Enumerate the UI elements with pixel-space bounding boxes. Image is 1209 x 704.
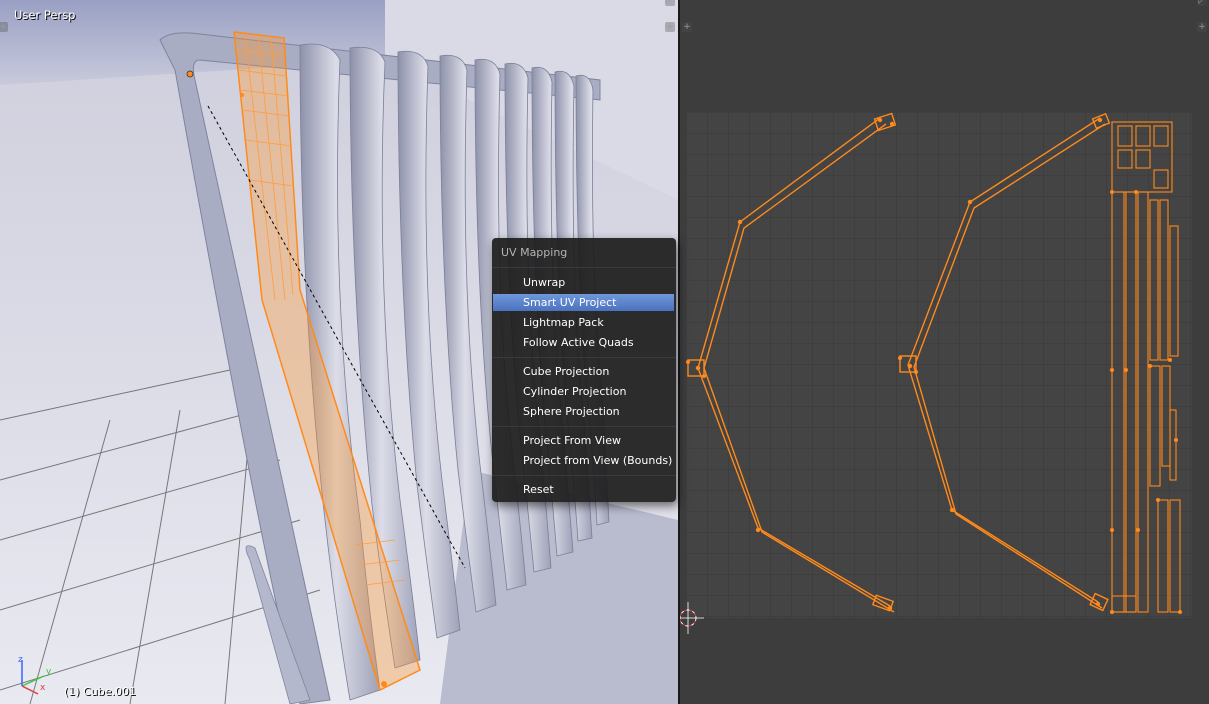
- menu-item-project-from-view-bounds[interactable]: Project from View (Bounds): [493, 452, 674, 469]
- menu-separator: [492, 267, 676, 268]
- viewport-title: User Persp: [14, 8, 76, 22]
- uv-image-editor[interactable]: + + ◸: [680, 0, 1209, 704]
- axis-x-label: x: [40, 683, 46, 693]
- menu-separator: [492, 426, 676, 427]
- axis-y-label: y: [46, 667, 52, 677]
- menu-item-reset[interactable]: Reset: [493, 481, 674, 498]
- 3d-cursor-point: [186, 70, 194, 78]
- menu-separator: [492, 475, 676, 476]
- plus-icon[interactable]: +: [0, 22, 8, 32]
- menu-item-cylinder-projection[interactable]: Cylinder Projection: [493, 383, 674, 400]
- plus-icon[interactable]: +: [1197, 22, 1207, 32]
- menu-item-unwrap[interactable]: Unwrap: [493, 274, 674, 291]
- axis-z-label: z: [18, 656, 23, 665]
- menu-item-lightmap-pack[interactable]: Lightmap Pack: [493, 314, 674, 331]
- menu-item-sphere-projection[interactable]: Sphere Projection: [493, 403, 674, 420]
- menu-title: UV Mapping: [501, 246, 568, 259]
- menu-item-follow-active-quads[interactable]: Follow Active Quads: [493, 334, 674, 351]
- menu-separator: [492, 357, 676, 358]
- menu-item-smart-uv-project[interactable]: Smart UV Project: [493, 294, 674, 311]
- menu-item-cube-projection[interactable]: Cube Projection: [493, 363, 674, 380]
- viewport-status: (1) Cube.001: [64, 685, 136, 698]
- menu-item-project-from-view[interactable]: Project From View: [493, 432, 674, 449]
- plus-icon[interactable]: ◸: [1197, 0, 1207, 6]
- uv-mapping-menu: UV Mapping Unwrap Smart UV Project Light…: [492, 238, 676, 502]
- uv-canvas: [680, 112, 1192, 634]
- plus-icon[interactable]: ◸: [665, 0, 675, 6]
- plus-icon[interactable]: +: [682, 22, 692, 32]
- plus-icon[interactable]: +: [665, 22, 675, 32]
- axis-labels: z y x: [18, 656, 52, 693]
